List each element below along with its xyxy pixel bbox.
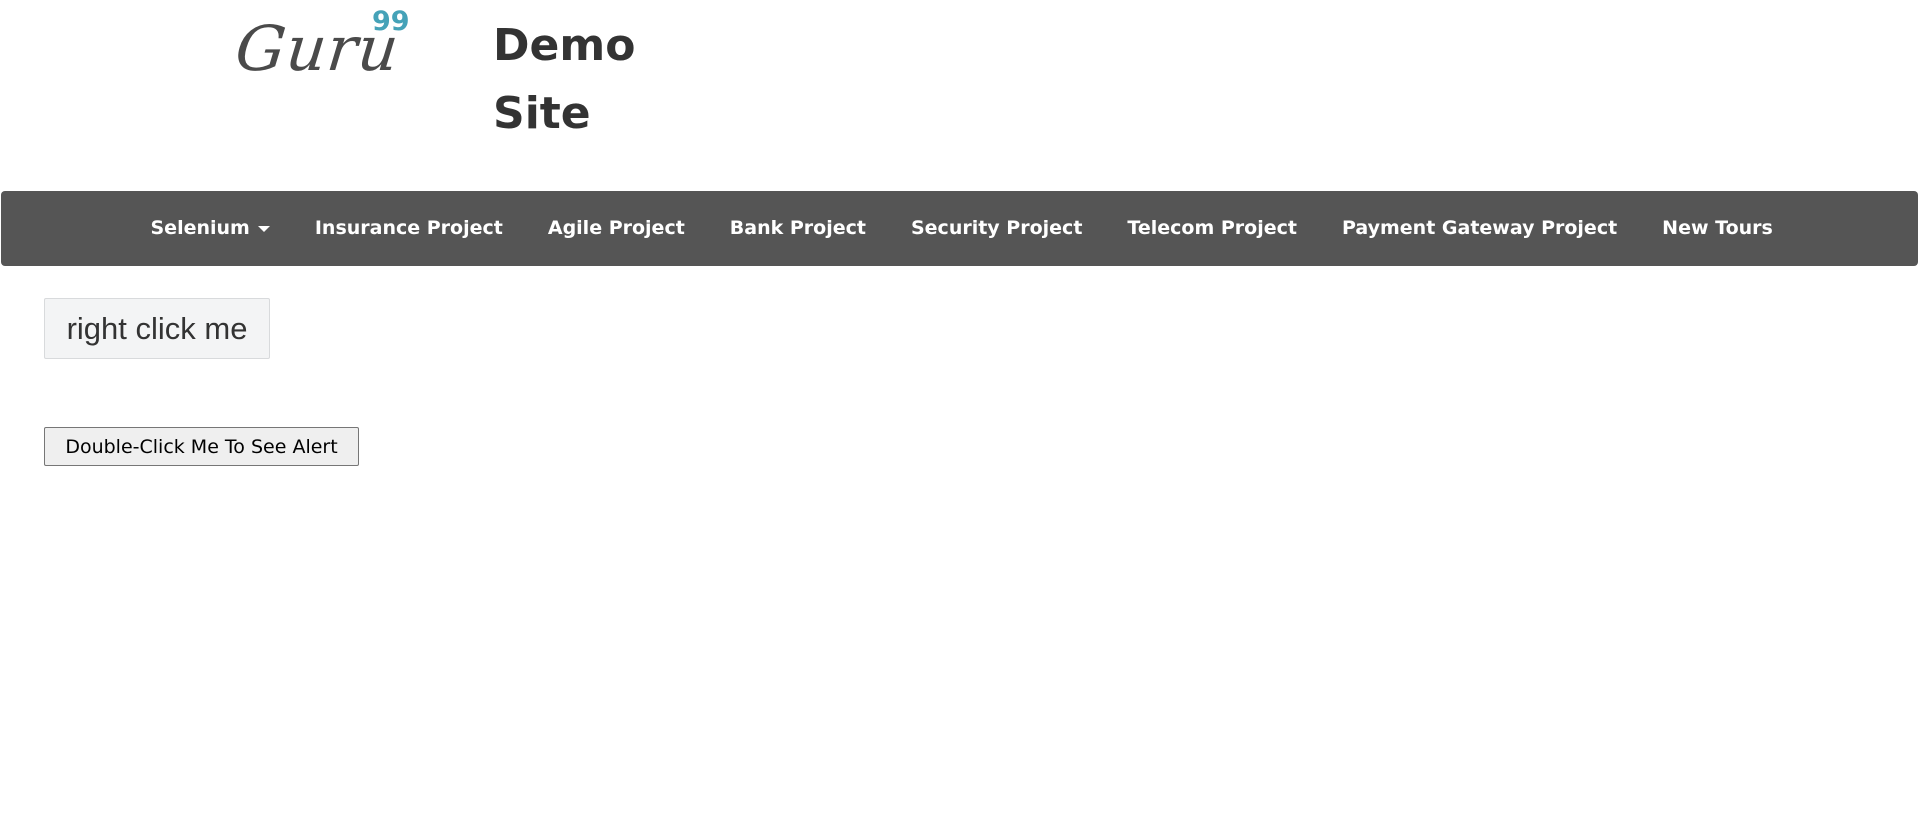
double-click-button[interactable]: Double-Click Me To See Alert (44, 427, 359, 466)
nav-item-security-project[interactable]: Security Project (888, 191, 1104, 266)
site-title: Demo Site (493, 12, 693, 148)
guru99-logo[interactable]: Guru 99 (232, 6, 416, 85)
nav-item-bank-project[interactable]: Bank Project (707, 191, 888, 266)
nav-item-label: Selenium (150, 217, 250, 239)
nav-item-payment-gateway-project[interactable]: Payment Gateway Project (1319, 191, 1639, 266)
nav-item-new-tours[interactable]: New Tours (1640, 191, 1796, 266)
site-title-line2: Site (493, 88, 591, 139)
nav-item-telecom-project[interactable]: Telecom Project (1105, 191, 1320, 266)
nav-item-insurance-project[interactable]: Insurance Project (292, 191, 525, 266)
right-click-button[interactable]: right click me (44, 298, 270, 359)
caret-down-icon (257, 225, 270, 232)
site-header: Guru 99 Demo Site (0, 0, 1920, 190)
nav-item-agile-project[interactable]: Agile Project (525, 191, 707, 266)
site-title-line1: Demo (493, 20, 636, 71)
main-navbar: Selenium Insurance Project Agile Project… (1, 191, 1918, 266)
nav-item-selenium[interactable]: Selenium (128, 191, 292, 266)
nav-list: Selenium Insurance Project Agile Project… (128, 191, 1795, 266)
logo-superscript: 99 (372, 6, 410, 37)
